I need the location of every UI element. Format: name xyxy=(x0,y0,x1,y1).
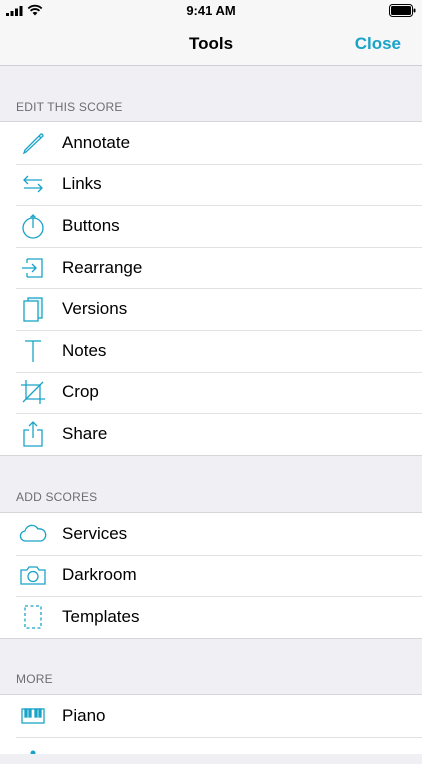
share-icon xyxy=(18,419,48,449)
status-time: 9:41 AM xyxy=(186,3,236,18)
dashed-page-icon xyxy=(18,602,48,632)
tool-label: Links xyxy=(62,174,102,194)
status-bar: 9:41 AM xyxy=(0,0,422,22)
tool-darkroom[interactable]: Darkroom xyxy=(0,554,422,597)
tool-services[interactable]: Services xyxy=(0,513,422,555)
tool-notes[interactable]: Notes xyxy=(0,329,422,372)
tool-annotate[interactable]: Annotate xyxy=(0,122,422,164)
section-header-add: ADD SCORES xyxy=(16,490,98,504)
text-t-icon xyxy=(18,336,48,366)
tool-rearrange[interactable]: Rearrange xyxy=(0,246,422,289)
navigation-bar: Tools Close xyxy=(0,22,422,66)
tool-label: Rearrange xyxy=(62,257,143,277)
section-header-edit: EDIT THIS SCORE xyxy=(16,100,123,114)
tool-label: Templates xyxy=(62,606,140,626)
tool-label: Crop xyxy=(62,382,99,402)
crop-icon xyxy=(18,377,48,407)
tool-share[interactable]: Share xyxy=(0,413,422,455)
edit-score-group: Annotate Links Buttons Rearrange Version… xyxy=(0,121,422,456)
close-button[interactable]: Close xyxy=(355,34,401,54)
button-hand-icon xyxy=(18,211,48,241)
tool-buttons[interactable]: Buttons xyxy=(0,205,422,247)
next-row-partial xyxy=(0,736,422,755)
tool-label: Piano xyxy=(62,705,106,725)
tool-label: Annotate xyxy=(62,132,131,152)
partial-icon xyxy=(18,734,48,764)
tool-label: Notes xyxy=(62,340,107,360)
tool-label: Versions xyxy=(62,299,128,319)
versions-icon xyxy=(18,294,48,324)
tool-label: Buttons xyxy=(62,215,120,235)
rearrange-icon xyxy=(18,253,48,283)
camera-icon xyxy=(18,560,48,590)
add-scores-group: Services Darkroom Templates xyxy=(0,512,422,639)
tool-label: Share xyxy=(62,423,108,443)
more-group: Piano xyxy=(0,694,422,754)
tool-label: Services xyxy=(62,523,128,543)
pencil-icon xyxy=(18,128,48,158)
links-arrows-icon xyxy=(18,169,48,199)
section-header-more: MORE xyxy=(16,672,53,686)
tool-templates[interactable]: Templates xyxy=(0,596,422,638)
battery-icon xyxy=(389,4,416,17)
tool-links[interactable]: Links xyxy=(0,163,422,206)
tool-crop[interactable]: Crop xyxy=(0,371,422,414)
tool-piano[interactable]: Piano xyxy=(0,695,422,737)
tool-label: Darkroom xyxy=(62,565,137,585)
tool-versions[interactable]: Versions xyxy=(0,288,422,330)
cloud-icon xyxy=(18,519,48,549)
piano-keys-icon xyxy=(18,701,48,731)
